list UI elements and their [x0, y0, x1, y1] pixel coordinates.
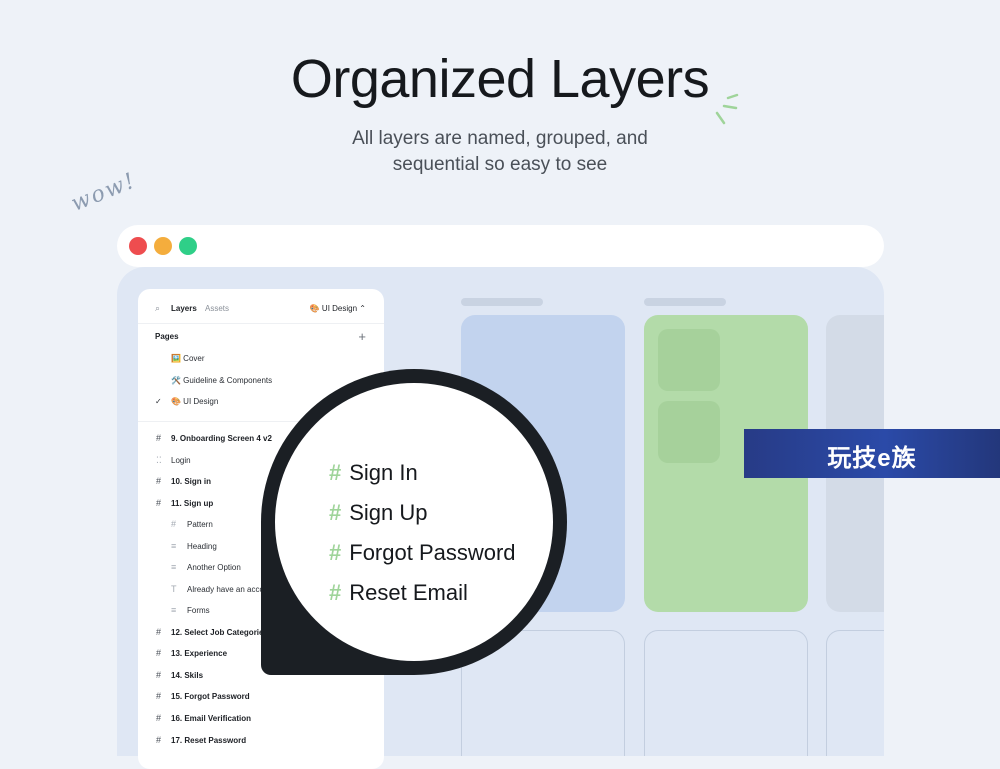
- frame-label-placeholder: [461, 298, 543, 306]
- magnified-layer: # Sign In: [329, 460, 418, 486]
- pages-heading: Pages: [155, 332, 179, 341]
- layer-label: Already have an acco: [187, 585, 264, 594]
- maximize-window-button[interactable]: [179, 237, 197, 255]
- frame-icon: #: [156, 670, 162, 680]
- page-item-label: 🛠️ Guideline & Components: [171, 376, 273, 385]
- frame-icon: #: [171, 519, 177, 529]
- text-icon: T: [171, 584, 177, 594]
- watermark-text: 玩技e族: [827, 445, 917, 472]
- frame-icon: #: [156, 498, 162, 508]
- frame-icon: #: [329, 540, 342, 565]
- page-item-label: 🎨 UI Design: [171, 397, 219, 406]
- page-selector-label: 🎨 UI Design: [309, 304, 358, 313]
- magnified-layer: # Sign Up: [329, 500, 428, 526]
- layer-label: 12. Select Job Categories: [171, 628, 268, 637]
- magnifier-lens: # Sign In # Sign Up # Forgot Password # Rese…: [275, 383, 553, 661]
- layer-label: 13. Experience: [171, 649, 228, 658]
- layer-label: 15. Forgot Password: [171, 692, 250, 701]
- page-selector[interactable]: 🎨 UI Design ⌃: [310, 304, 366, 313]
- layer-label: Another Option: [187, 563, 241, 572]
- subtitle-line-2: sequential so easy to see: [392, 154, 608, 175]
- layer-row[interactable]: # 15. Forgot Password: [138, 689, 384, 707]
- wow-doodle: wow!: [67, 168, 140, 217]
- frame-icon: #: [329, 580, 342, 605]
- add-page-icon[interactable]: +: [358, 329, 366, 344]
- auto-layout-icon: ≡: [171, 562, 177, 572]
- layer-label: 16. Email Verification: [171, 714, 252, 723]
- frame-icon: #: [156, 735, 162, 745]
- magnified-layer-label: Reset Email: [349, 580, 468, 605]
- section-icon: ⁚⁚: [156, 455, 162, 465]
- tab-assets[interactable]: Assets: [205, 304, 229, 313]
- frame-icon: #: [329, 460, 342, 485]
- panel-header: ⌕ Layers Assets 🎨 UI Design ⌃: [138, 289, 384, 324]
- page-subtitle: All layers are named, grouped, and seque…: [250, 126, 750, 178]
- tab-layers[interactable]: Layers: [171, 304, 197, 313]
- auto-layout-icon: ≡: [171, 541, 177, 551]
- page-item-cover[interactable]: 🖼️ Cover: [138, 351, 384, 369]
- layer-label: 11. Sign up: [171, 499, 214, 508]
- layer-row[interactable]: # 17. Reset Password: [138, 733, 384, 751]
- magnifier-callout: # Sign In # Sign Up # Forgot Password # Rese…: [261, 369, 567, 675]
- frame-card-outline[interactable]: [644, 630, 808, 756]
- magnified-layer-label: Sign Up: [349, 500, 428, 525]
- check-icon: ✓: [155, 397, 162, 406]
- magnified-layer-label: Sign In: [349, 460, 418, 485]
- chevron-up-icon: ⌃: [359, 304, 366, 313]
- frame-label-placeholder: [644, 298, 726, 306]
- frame-icon: #: [329, 500, 342, 525]
- layer-label: 17. Reset Password: [171, 736, 247, 745]
- window-titlebar: [117, 225, 884, 267]
- frame-card-outline[interactable]: [826, 630, 884, 756]
- layer-label: Pattern: [187, 520, 213, 529]
- close-window-button[interactable]: [129, 237, 147, 255]
- frame-icon: #: [156, 476, 162, 486]
- layer-label: 14. Skils: [171, 671, 204, 680]
- subtitle-line-1: All layers are named, grouped, and: [352, 128, 648, 149]
- magnified-layer: # Reset Email: [329, 580, 468, 606]
- auto-layout-icon: ≡: [171, 605, 177, 615]
- thumbnail-placeholder: [658, 329, 720, 391]
- frame-icon: #: [156, 648, 162, 658]
- sparkle-icon: [715, 93, 739, 125]
- layer-label: 9. Onboarding Screen 4 v2: [171, 434, 272, 443]
- layer-label: Heading: [187, 542, 217, 551]
- frame-icon: #: [156, 627, 162, 637]
- watermark-banner: 玩技e族: [744, 429, 1000, 478]
- thumbnail-placeholder: [658, 401, 720, 463]
- layer-label: Forms: [187, 606, 210, 615]
- layer-row[interactable]: # 16. Email Verification: [138, 711, 384, 729]
- layer-label: 10. Sign in: [171, 477, 212, 486]
- page-title: Organized Layers: [290, 49, 710, 109]
- frame-icon: #: [156, 691, 162, 701]
- layer-label: Login: [171, 456, 191, 465]
- magnified-layer: # Forgot Password: [329, 540, 516, 566]
- frame-icon: #: [156, 713, 162, 723]
- magnified-layer-label: Forgot Password: [349, 540, 516, 565]
- frame-icon: #: [156, 433, 162, 443]
- page-item-label: 🖼️ Cover: [171, 354, 205, 363]
- minimize-window-button[interactable]: [154, 237, 172, 255]
- search-icon[interactable]: ⌕: [155, 303, 160, 314]
